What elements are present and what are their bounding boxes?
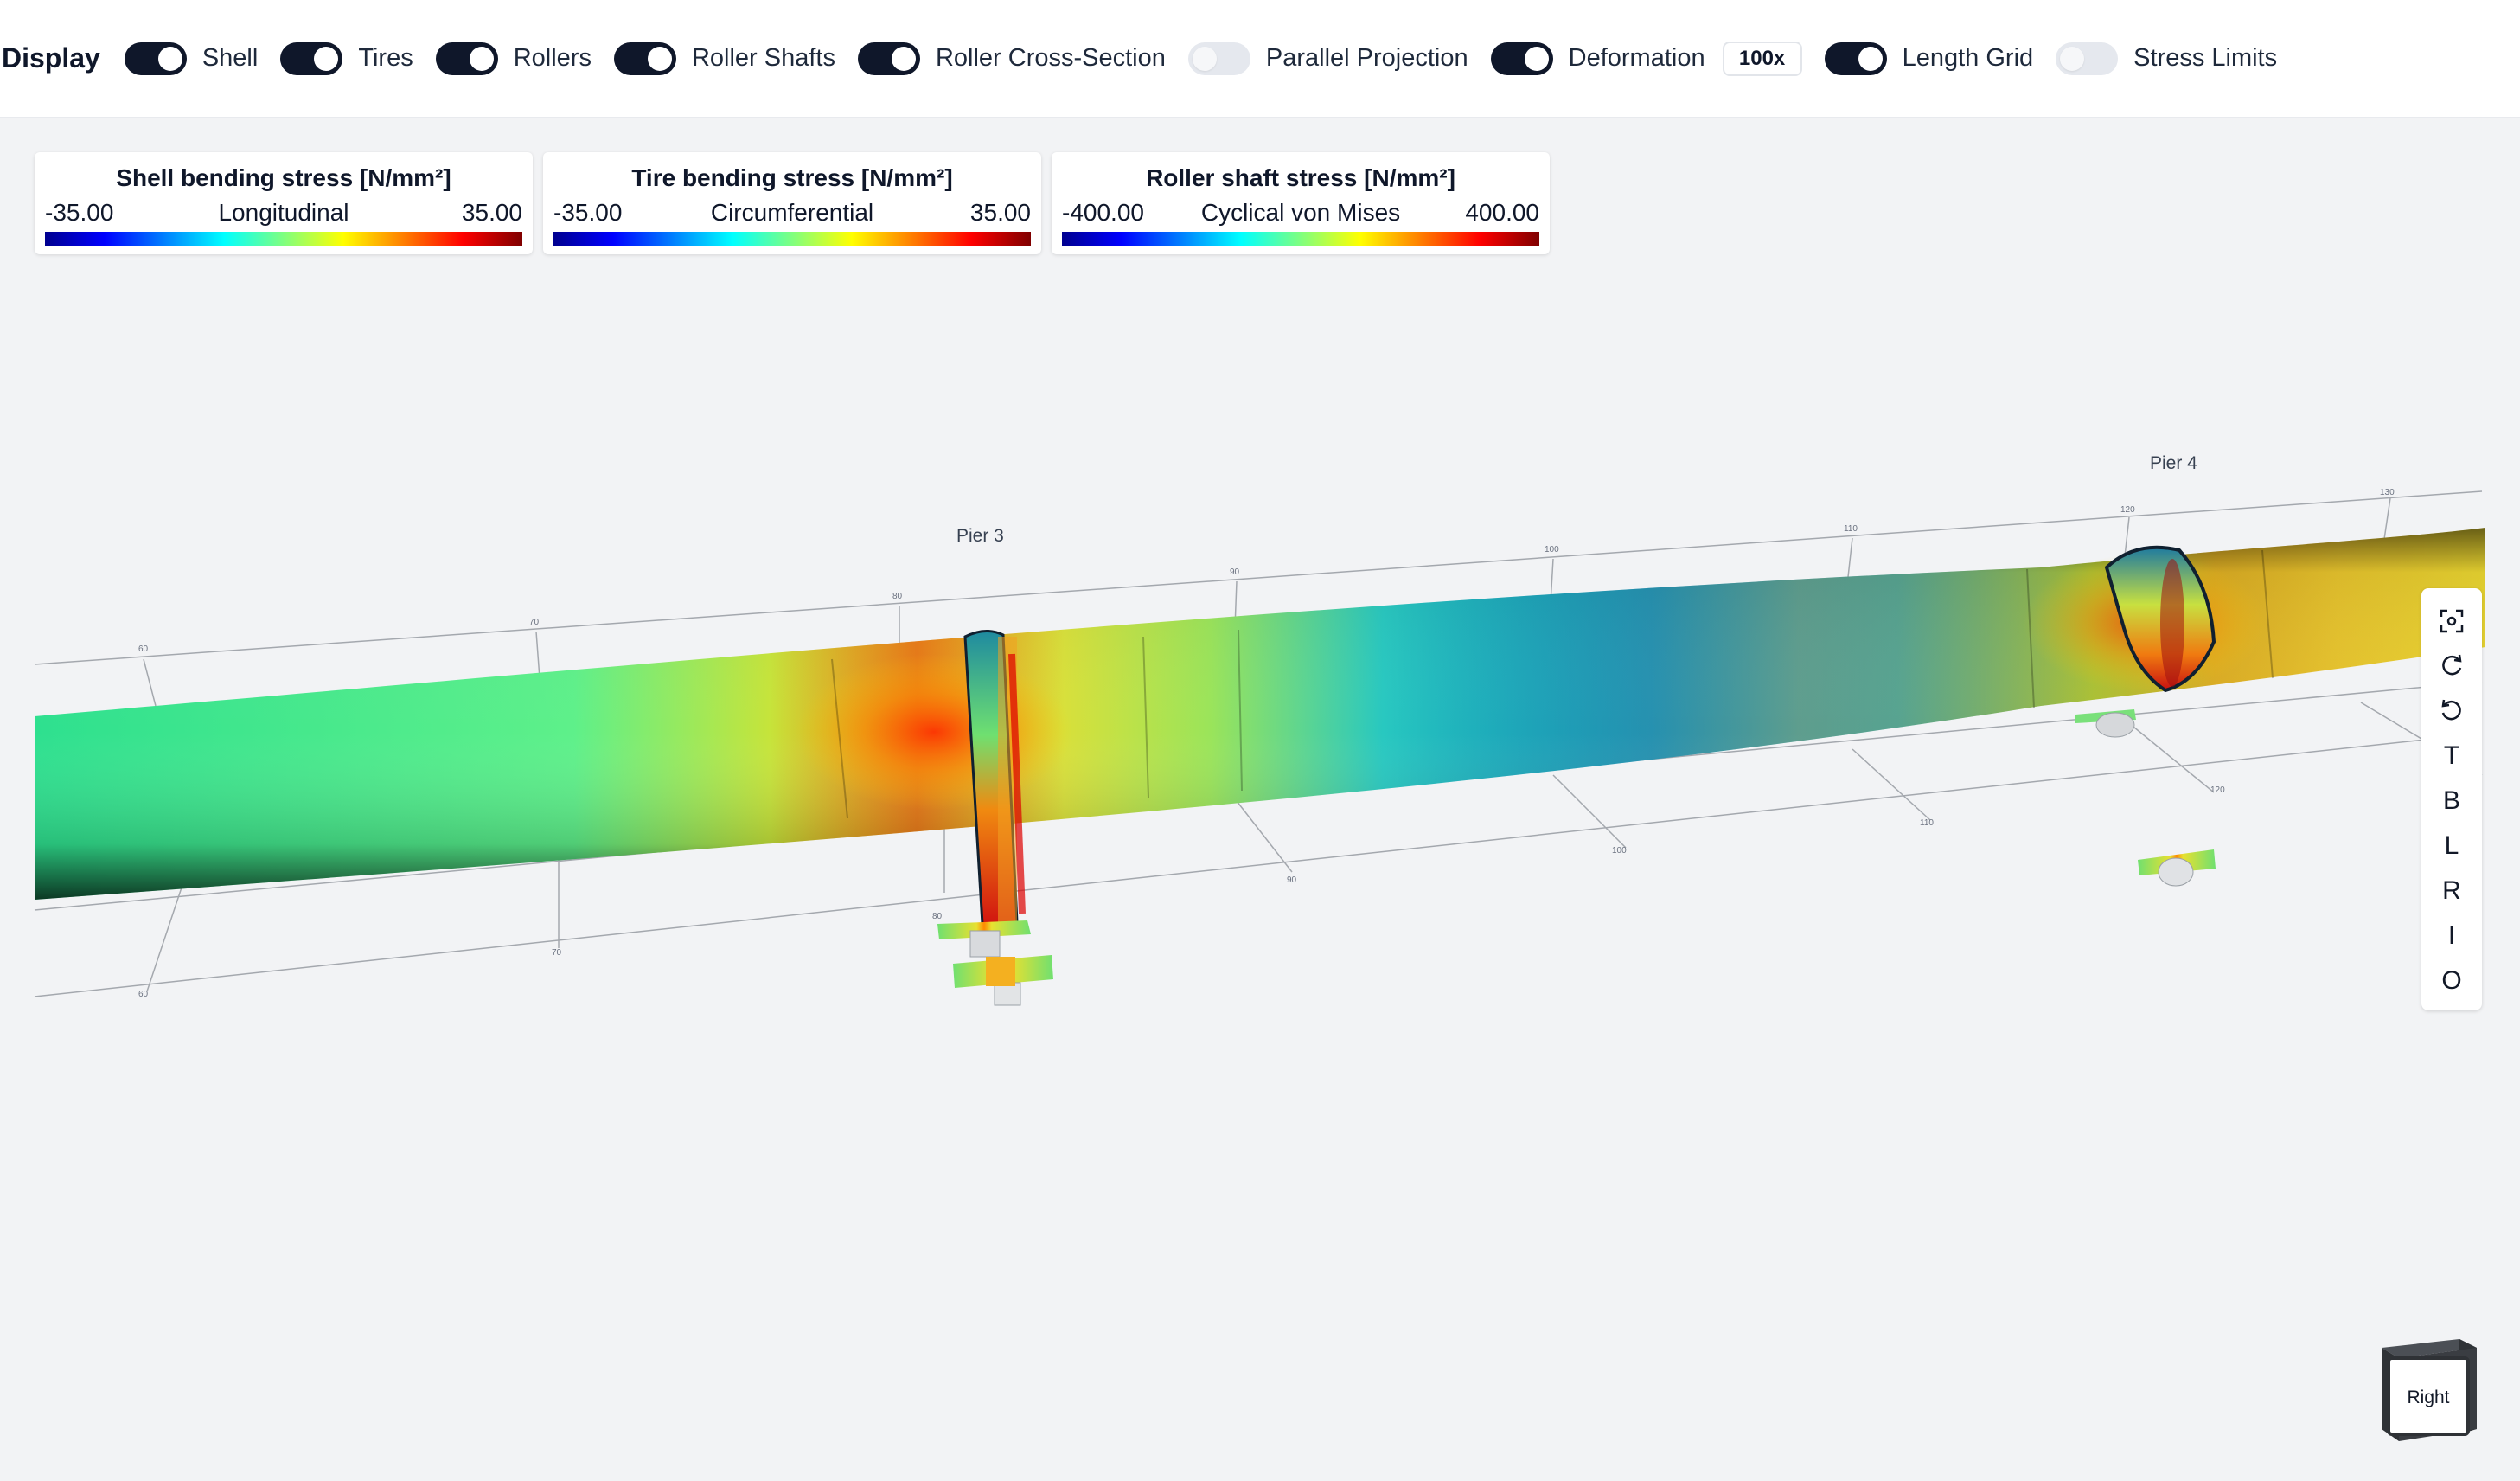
kiln-3d-scene[interactable]: 60 70 80 90 100 110 120 130 60 70 80 90 … — [0, 118, 2520, 1481]
toggle-switch[interactable] — [857, 42, 920, 75]
toggle-switch[interactable] — [280, 42, 343, 75]
pier-4-label: Pier 4 — [2150, 453, 2197, 473]
toggle-switch[interactable] — [435, 42, 498, 75]
toggle-parallel-projection[interactable]: Parallel Projection — [1187, 42, 1468, 75]
toggle-deformation[interactable]: Deformation 100x — [1490, 41, 1802, 76]
toggle-roller-cross-section[interactable]: Roller Cross-Section — [857, 42, 1166, 75]
toggle-tires[interactable]: Tires — [280, 42, 413, 75]
grid-tick: 80 — [932, 912, 943, 921]
deformation-scale-input[interactable]: 100x — [1722, 41, 1802, 76]
toggle-label: Length Grid — [1902, 44, 2034, 72]
toggle-switch[interactable] — [124, 42, 187, 75]
view-right-button[interactable]: R — [2421, 869, 2482, 914]
roller-pier-3[interactable] — [937, 920, 1053, 1006]
toggle-label: Roller Shafts — [691, 44, 835, 72]
display-toolbar: Display Shell Tires Rollers Roller Shaft… — [0, 0, 2520, 118]
rotate-cw-button[interactable] — [2421, 644, 2482, 689]
grid-tick: 110 — [1844, 524, 1858, 534]
legend-title: Roller shaft stress [N/mm²] — [1146, 164, 1455, 191]
toggle-switch[interactable] — [2056, 42, 2119, 75]
shell-stress-legend: Shell bending stress [N/mm²] -35.00 Long… — [35, 152, 533, 254]
view-toolbar: T B L R I O — [2421, 588, 2482, 1010]
grid-tick: 70 — [552, 948, 562, 958]
legend-colorbar — [1062, 232, 1539, 246]
toggle-switch[interactable] — [1824, 42, 1887, 75]
legend-colorbar — [553, 232, 1031, 246]
legend-max: 400.00 — [1465, 199, 1539, 226]
view-cube-face-label: Right — [2407, 1388, 2449, 1407]
legend-title: Shell bending stress [N/mm²] — [116, 164, 451, 191]
grid-tick: 80 — [892, 592, 903, 601]
grid-tick: 60 — [138, 990, 149, 999]
rotate-cw-icon — [2442, 654, 2462, 676]
fit-view-icon — [2440, 609, 2464, 633]
tire-pier-3[interactable] — [963, 630, 1026, 930]
toggle-label: Tires — [358, 44, 413, 72]
grid-tick: 130 — [2380, 488, 2395, 497]
legend-mode: Longitudinal — [218, 199, 349, 226]
grid-tick: 90 — [1230, 567, 1240, 577]
grid-tick: 100 — [1545, 545, 1559, 555]
grid-tick: 70 — [529, 618, 540, 627]
roller-shaft-stress-legend: Roller shaft stress [N/mm²] -400.00 Cycl… — [1052, 152, 1550, 254]
3d-viewport[interactable]: 60 70 80 90 100 110 120 130 60 70 80 90 … — [0, 118, 2520, 1481]
toggle-label: Roller Cross-Section — [935, 44, 1166, 72]
grid-tick: 110 — [1920, 818, 1934, 828]
toggle-stress-limits[interactable]: Stress Limits — [2056, 42, 2277, 75]
toggle-switch[interactable] — [1187, 42, 1250, 75]
toggle-rollers[interactable]: Rollers — [435, 42, 592, 75]
display-title: Display — [2, 42, 100, 74]
view-cube[interactable]: Right — [2370, 1332, 2482, 1445]
view-top-button[interactable]: T — [2421, 734, 2482, 779]
toggle-label: Rollers — [513, 44, 592, 72]
grid-tick: 90 — [1287, 875, 1297, 885]
rotate-ccw-button[interactable] — [2421, 689, 2482, 734]
legend-mode: Circumferential — [710, 199, 874, 226]
legend-colorbar — [45, 232, 522, 246]
grid-tick: 120 — [2210, 785, 2225, 795]
rotate-ccw-icon — [2441, 699, 2461, 721]
view-outlet-button[interactable]: O — [2421, 958, 2482, 1003]
toggle-length-grid[interactable]: Length Grid — [1824, 42, 2034, 75]
legend-max: 35.00 — [461, 199, 522, 226]
tire-stress-legend: Tire bending stress [N/mm²] -35.00 Circu… — [543, 152, 1041, 254]
view-left-button[interactable]: L — [2421, 824, 2482, 869]
toggle-switch[interactable] — [613, 42, 676, 75]
legend-title: Tire bending stress [N/mm²] — [631, 164, 953, 191]
toggle-label: Shell — [201, 44, 259, 72]
legend-max: 35.00 — [969, 199, 1031, 226]
fit-view-button[interactable] — [2421, 599, 2482, 644]
toggle-label: Parallel Projection — [1265, 44, 1468, 72]
toggle-shell[interactable]: Shell — [124, 42, 259, 75]
toggle-roller-shafts[interactable]: Roller Shafts — [613, 42, 835, 75]
toggle-switch[interactable] — [1490, 42, 1553, 75]
view-cube-graphic[interactable]: Right — [2370, 1332, 2482, 1445]
toggle-label: Stress Limits — [2133, 44, 2278, 72]
pier-3-label: Pier 3 — [956, 526, 1004, 546]
view-inlet-button[interactable]: I — [2421, 914, 2482, 958]
view-bottom-button[interactable]: B — [2421, 779, 2482, 824]
grid-tick: 100 — [1612, 846, 1627, 856]
grid-tick: 60 — [138, 644, 149, 654]
grid-tick: 120 — [2120, 505, 2135, 515]
toggle-label: Deformation — [1568, 44, 1705, 72]
